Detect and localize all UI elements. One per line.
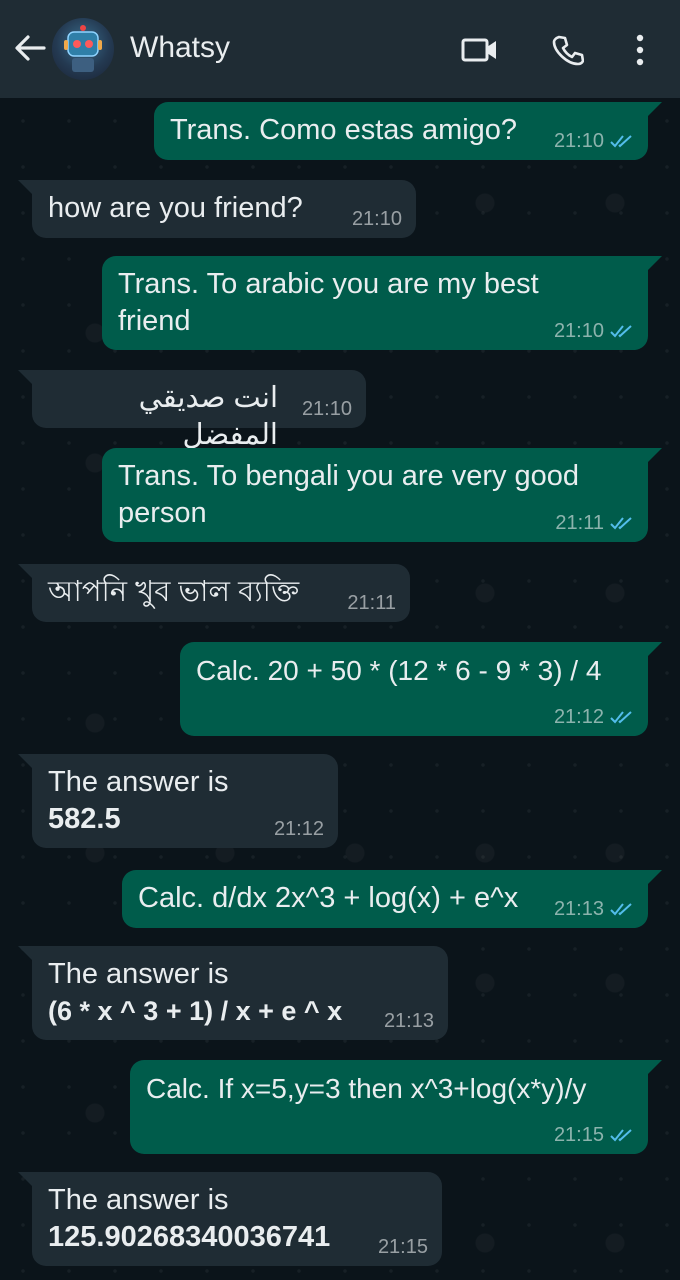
message-text: انت صديقي المفضل [138, 382, 278, 451]
incoming-message[interactable]: The answer is (6 * x ^ 3 + 1) / x + e ^ … [18, 946, 448, 1040]
message-time: 21:10 [553, 320, 604, 342]
message-text-line: Trans. To arabic you are my best [118, 268, 539, 300]
message-meta: 21:11 [555, 512, 634, 534]
read-ticks-icon [610, 517, 632, 530]
message-time: 21:15 [553, 1124, 604, 1146]
message-meta: 21:12 [554, 706, 634, 728]
message-text: Calc. If x=5,y=3 then x^3+log(x*y)/y [146, 1073, 587, 1104]
message-time: 21:11 [555, 512, 604, 534]
message-list[interactable]: Trans. Como estas amigo? 21:10 how are y… [0, 98, 680, 1280]
message-meta: 21:10 [554, 130, 634, 152]
message-text-line: The answer is [48, 1184, 229, 1216]
message-meta: 21:13 [384, 1010, 434, 1032]
outgoing-message[interactable]: Calc. d/dx 2x^3 + log(x) + e^x 21:13 [122, 870, 662, 928]
message-meta: 21:10 [302, 398, 352, 420]
message-meta: 21:11 [347, 592, 396, 614]
phone-icon[interactable] [548, 30, 588, 70]
message-meta: 21:12 [274, 818, 324, 840]
answer-value: (6 * x ^ 3 + 1) / x + e ^ x [48, 996, 343, 1026]
message-meta: 21:15 [378, 1236, 428, 1258]
outgoing-message[interactable]: Calc. 20 + 50 * (12 * 6 - 9 * 3) / 4 21:… [180, 642, 662, 736]
message-time: 21:12 [553, 706, 604, 728]
avatar[interactable] [52, 18, 114, 80]
message-meta: 21:15 [554, 1124, 634, 1146]
video-call-icon[interactable] [460, 30, 500, 70]
chat-header: Whatsy [0, 0, 680, 98]
incoming-message[interactable]: The answer is 582.5 21:12 [18, 754, 338, 848]
contact-name[interactable]: Whatsy [130, 31, 230, 65]
message-time: 21:10 [301, 398, 352, 420]
message-text: আপনি খুব ভাল ব্যক্তি [48, 576, 300, 608]
outgoing-message[interactable]: Calc. If x=5,y=3 then x^3+log(x*y)/y 21:… [130, 1060, 662, 1154]
message-text-line: The answer is [48, 958, 229, 990]
message-time: 21:12 [273, 818, 324, 840]
read-ticks-icon [610, 903, 632, 916]
incoming-message[interactable]: The answer is 125.90268340036741 21:15 [18, 1172, 442, 1266]
incoming-message[interactable]: আপনি খুব ভাল ব্যক্তি 21:11 [18, 564, 410, 622]
more-vertical-icon[interactable] [620, 30, 660, 70]
outgoing-message[interactable]: Trans. To bengali you are very good pers… [102, 448, 662, 542]
read-ticks-icon [610, 135, 632, 148]
message-text-line: The answer is [48, 766, 229, 798]
outgoing-message[interactable]: Trans. To arabic you are my best friend … [102, 256, 662, 350]
back-arrow-icon[interactable] [12, 30, 48, 66]
incoming-message[interactable]: how are you friend? 21:10 [18, 180, 416, 238]
read-ticks-icon [610, 711, 632, 724]
message-meta: 21:10 [352, 208, 402, 230]
message-meta: 21:10 [554, 320, 634, 342]
read-ticks-icon [610, 325, 632, 338]
message-time: 21:11 [347, 592, 396, 614]
outgoing-message[interactable]: Trans. Como estas amigo? 21:10 [154, 102, 662, 160]
message-time: 21:10 [553, 130, 604, 152]
message-text: how are you friend? [48, 192, 303, 224]
message-time: 21:13 [553, 898, 604, 920]
message-time: 21:10 [351, 208, 402, 230]
message-text: Calc. 20 + 50 * (12 * 6 - 9 * 3) / 4 [196, 655, 602, 686]
answer-value: 125.90268340036741 [48, 1221, 331, 1253]
message-time: 21:13 [383, 1010, 434, 1032]
message-time: 21:15 [377, 1236, 428, 1258]
message-meta: 21:13 [554, 898, 634, 920]
incoming-message[interactable]: انت صديقي المفضل 21:10 [18, 370, 366, 451]
message-text-line: Trans. To bengali you are very good [118, 460, 580, 492]
read-ticks-icon [610, 1129, 632, 1142]
